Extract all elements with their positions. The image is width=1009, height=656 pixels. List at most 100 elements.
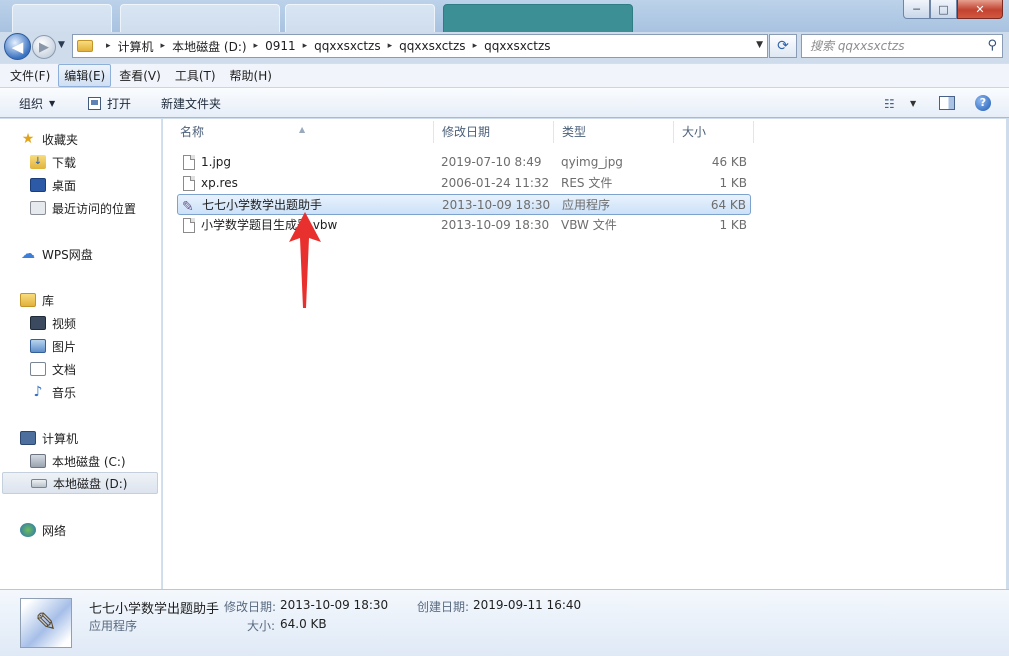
sidebar-item-videos[interactable]: 视频 xyxy=(30,312,76,334)
details-created-value: 2019-09-11 16:40 xyxy=(473,598,582,612)
column-header-type[interactable]: 类型 xyxy=(545,119,665,145)
breadcrumb-separator[interactable]: ▸ xyxy=(254,41,259,51)
navigation-bar: ◀ ▶ ▼ ▸ 计算机 ▸ 本地磁盘 (D:) ▸ 0911 ▸ qqxxsxc… xyxy=(0,32,1009,62)
breadcrumb-folder-1[interactable]: qqxxsxctzs xyxy=(314,39,380,53)
file-list: 名称 ▲ 修改日期 类型 大小 1.jpg 2019-07-10 8:49 qy… xyxy=(163,119,1006,589)
cloud-icon: ☁ xyxy=(21,246,35,262)
breadcrumb-separator[interactable]: ▸ xyxy=(303,41,308,51)
library-icon xyxy=(20,293,36,307)
annotation-arrow xyxy=(289,212,321,308)
documents-icon xyxy=(30,362,46,376)
sidebar-item-network[interactable]: 网络 xyxy=(20,519,66,541)
details-pane: ✎ 七七小学数学出题助手 修改日期: 2013-10-09 18:30 创建日期… xyxy=(0,589,1009,656)
sort-ascending-icon: ▲ xyxy=(299,125,306,134)
maximize-button[interactable]: □ xyxy=(930,0,957,19)
preview-pane-icon[interactable] xyxy=(939,96,955,110)
generic-file-icon xyxy=(183,176,195,191)
search-icon[interactable]: ⚲ xyxy=(987,35,997,57)
new-folder-button[interactable]: 新建文件夹 xyxy=(161,95,221,112)
sidebar-item-computer[interactable]: 计算机 xyxy=(20,427,78,449)
file-size: 46 KB xyxy=(711,155,747,169)
menu-tools[interactable]: 工具(T) xyxy=(169,64,222,87)
breadcrumb-computer[interactable]: 计算机 xyxy=(118,38,154,55)
sidebar-item-library[interactable]: 库 xyxy=(20,289,54,311)
help-icon[interactable]: ? xyxy=(975,95,991,111)
sidebar-item-favorites[interactable]: ★ 收藏夹 xyxy=(20,128,78,150)
open-label: 打开 xyxy=(107,97,132,111)
open-button[interactable]: 打开 xyxy=(88,95,131,112)
sidebar-item-desktop[interactable]: 桌面 xyxy=(30,174,76,196)
sidebar-item-recent[interactable]: 最近访问的位置 xyxy=(30,197,136,219)
minimize-button[interactable]: ─ xyxy=(903,0,930,19)
organize-button[interactable]: 组织 ▼ xyxy=(19,95,55,112)
menu-file[interactable]: 文件(F) xyxy=(4,64,56,87)
breadcrumb-folder-2[interactable]: qqxxsxctzs xyxy=(399,39,465,53)
sidebar-item-downloads[interactable]: ↓ 下载 xyxy=(30,151,76,173)
breadcrumb-separator[interactable]: ▸ xyxy=(106,41,111,51)
forward-arrow-icon: ▶ xyxy=(39,39,49,55)
menu-help[interactable]: 帮助(H) xyxy=(224,64,278,87)
sidebar-item-label: 库 xyxy=(42,293,55,308)
file-type: RES 文件 xyxy=(561,176,613,190)
system-drive-icon xyxy=(30,454,46,468)
breadcrumb-separator[interactable]: ▸ xyxy=(388,41,393,51)
chevron-down-icon: ▼ xyxy=(49,99,56,108)
application-preview-icon: ✎ xyxy=(20,598,72,648)
open-icon xyxy=(88,97,101,110)
breadcrumb-folder-0911[interactable]: 0911 xyxy=(265,39,296,53)
drive-icon xyxy=(31,478,47,488)
sidebar-item-label: 最近访问的位置 xyxy=(52,201,137,216)
sidebar-item-label: 桌面 xyxy=(52,178,77,193)
menu-view[interactable]: 查看(V) xyxy=(113,64,167,87)
file-row-selected[interactable]: ✎ 七七小学数学出题助手 2013-10-09 18:30 应用程序 64 KB xyxy=(177,194,751,215)
refresh-icon: ⟳ xyxy=(777,38,789,54)
breadcrumb-drive-d[interactable]: 本地磁盘 (D:) xyxy=(172,38,246,55)
background-window-tab xyxy=(120,4,280,32)
address-history-dropdown[interactable]: ▼ xyxy=(756,40,763,50)
sidebar-item-label: 音乐 xyxy=(52,385,77,400)
minimize-icon: ─ xyxy=(913,2,920,16)
chevron-down-icon[interactable]: ▼ xyxy=(910,99,916,108)
file-row[interactable]: 1.jpg 2019-07-10 8:49 qyimg_jpg 46 KB xyxy=(177,152,751,173)
column-header-name[interactable]: 名称 ▲ xyxy=(163,119,433,145)
sidebar-item-pictures[interactable]: 图片 xyxy=(30,335,76,357)
refresh-button[interactable]: ⟳ xyxy=(769,34,797,58)
sidebar-item-wps[interactable]: ☁ WPS网盘 xyxy=(20,243,93,265)
file-row[interactable]: 小学数学题目生成器.vbw 2013-10-09 18:30 VBW 文件 1 … xyxy=(177,215,751,236)
file-type: 应用程序 xyxy=(562,198,611,212)
sidebar-item-label: 视频 xyxy=(52,316,77,331)
column-divider[interactable] xyxy=(753,121,754,143)
back-button[interactable]: ◀ xyxy=(4,33,31,60)
file-size: 64 KB xyxy=(710,198,746,212)
column-label: 名称 xyxy=(180,125,205,139)
menu-edit[interactable]: 编辑(E) xyxy=(58,64,112,87)
details-file-type: 应用程序 xyxy=(89,619,138,633)
file-row[interactable]: xp.res 2006-01-24 11:32 RES 文件 1 KB xyxy=(177,173,751,194)
computer-icon xyxy=(20,431,36,445)
new-folder-label: 新建文件夹 xyxy=(161,97,222,111)
recent-places-icon xyxy=(30,201,46,215)
address-bar[interactable]: ▸ 计算机 ▸ 本地磁盘 (D:) ▸ 0911 ▸ qqxxsxctzs ▸ … xyxy=(72,34,768,58)
back-arrow-icon: ◀ xyxy=(11,37,24,56)
breadcrumb-separator[interactable]: ▸ xyxy=(473,41,478,51)
close-button[interactable]: ✕ xyxy=(957,0,1003,19)
sidebar-item-documents[interactable]: 文档 xyxy=(30,358,76,380)
sidebar-item-label: 文档 xyxy=(52,362,77,377)
column-header-size[interactable]: 大小 xyxy=(665,119,755,145)
search-input[interactable]: 搜索 qqxxsxctzs ⚲ xyxy=(801,34,1003,58)
forward-button[interactable]: ▶ xyxy=(32,35,56,59)
breadcrumb-separator[interactable]: ▸ xyxy=(161,41,166,51)
column-label: 修改日期 xyxy=(442,125,491,139)
sidebar-item-drive-d[interactable]: 本地磁盘 (D:) xyxy=(2,472,158,494)
sidebar-item-music[interactable]: ♪ 音乐 xyxy=(30,381,76,403)
recent-pages-dropdown[interactable]: ▼ xyxy=(58,40,65,50)
column-header-date[interactable]: 修改日期 xyxy=(425,119,555,145)
breadcrumb-folder-3[interactable]: qqxxsxctzs xyxy=(484,39,550,53)
file-name: xp.res xyxy=(201,176,238,190)
details-created-label: 创建日期: xyxy=(417,600,470,614)
sidebar-item-drive-c[interactable]: 本地磁盘 (C:) xyxy=(30,450,126,472)
network-icon xyxy=(20,523,36,537)
file-size: 1 KB xyxy=(719,176,747,190)
view-options-icon[interactable]: ☷ xyxy=(884,97,895,111)
menu-bar: 文件(F) 编辑(E) 查看(V) 工具(T) 帮助(H) xyxy=(0,63,1009,87)
